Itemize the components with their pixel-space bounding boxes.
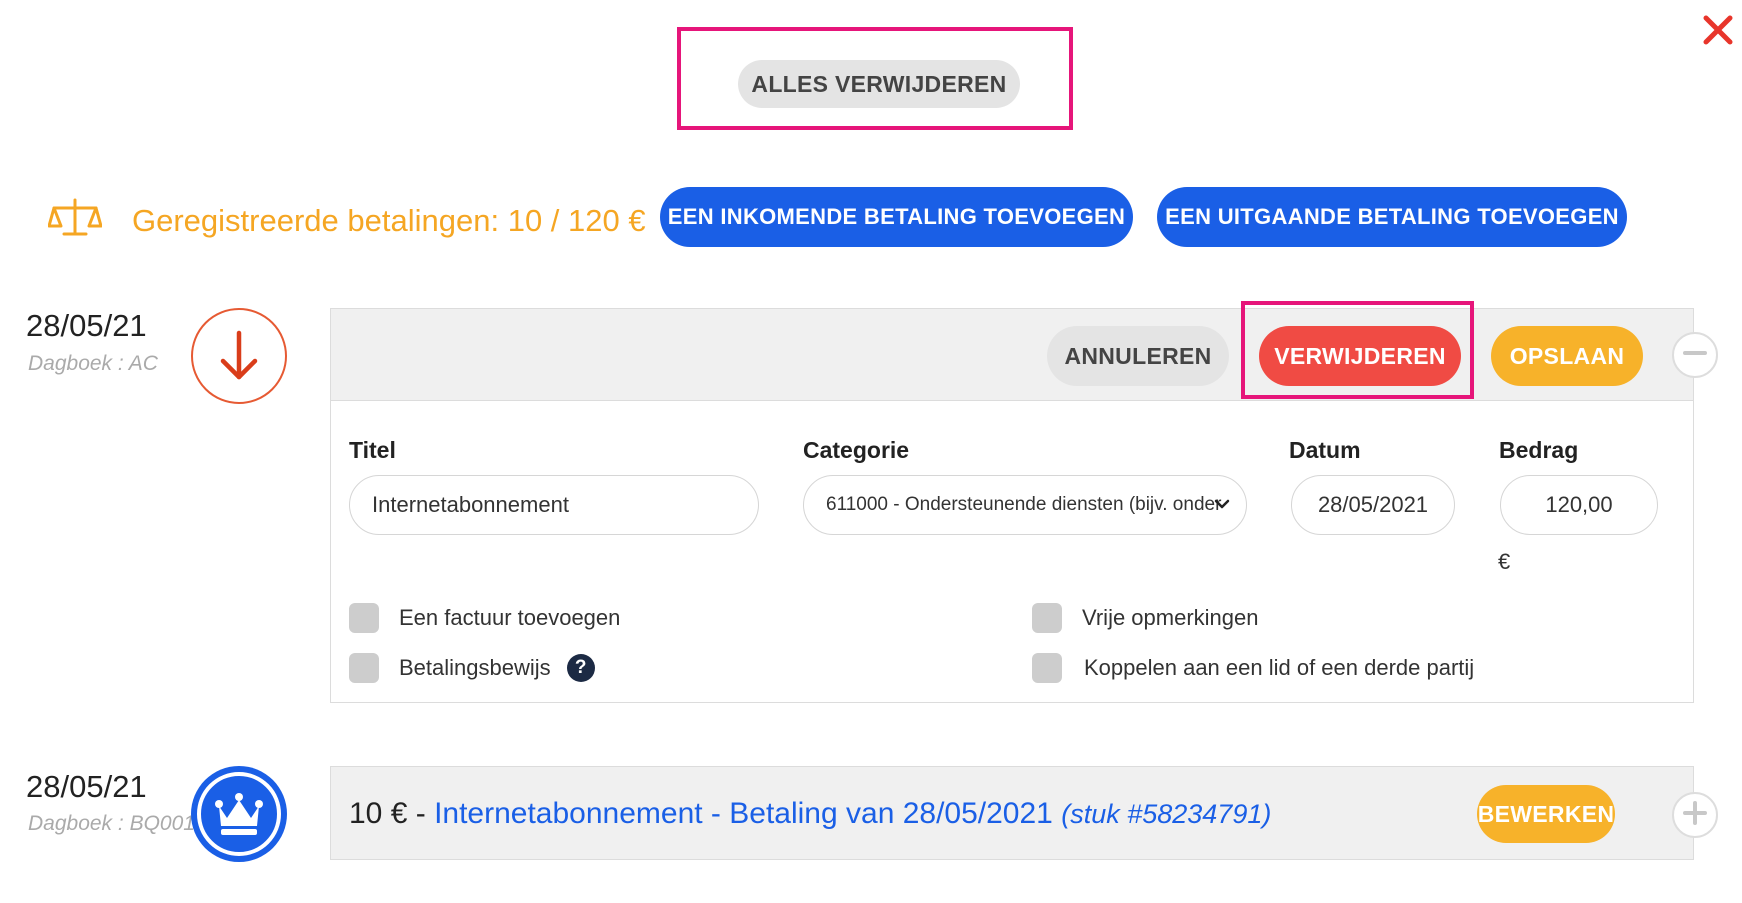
help-icon[interactable]: ? [566, 654, 595, 682]
option-add-invoice: Een factuur toevoegen [349, 603, 620, 633]
title-label: Titel [349, 437, 396, 463]
entry-date: 28/05/21 [26, 308, 147, 343]
option-payment-proof: Betalingsbewijs ? [349, 653, 595, 683]
collapse-button[interactable] [1672, 332, 1718, 378]
category-label: Categorie [803, 437, 910, 463]
date-input[interactable]: 28/05/2021 [1291, 475, 1455, 535]
arrow-down-icon [191, 308, 287, 404]
payment-summary-line: 10 € - Internetabonnement - Betaling van… [349, 797, 1271, 831]
payment-reference: (stuk #58234791) [1061, 799, 1272, 829]
date-label: Datum [1289, 437, 1361, 463]
minus-icon [1682, 340, 1708, 371]
payment-proof-label: Betalingsbewijs [399, 655, 551, 680]
title-input[interactable]: Internetabonnement [349, 475, 759, 535]
payment-description-link[interactable]: Internetabonnement - Betaling van 28/05/… [434, 797, 1053, 830]
option-link-member: Koppelen aan een lid of een derde partij [1032, 653, 1474, 683]
add-outgoing-payment-button[interactable]: EEN UITGAANDE BETALING TOEVOEGEN [1157, 187, 1627, 247]
free-remarks-checkbox[interactable] [1032, 603, 1062, 633]
category-value: 611000 - Ondersteunende diensten (bijv. … [826, 494, 1222, 515]
summary-text: Geregistreerde betalingen: 10 / 120 € [132, 202, 646, 238]
delete-button[interactable]: VERWIJDEREN [1259, 326, 1461, 386]
card-header: ANNULEREN VERWIJDEREN OPSLAAN [331, 309, 1693, 401]
save-button[interactable]: OPSLAAN [1491, 326, 1643, 386]
crown-icon [191, 766, 287, 862]
link-member-label: Koppelen aan een lid of een derde partij [1084, 655, 1475, 680]
delete-all-button[interactable]: ALLES VERWIJDEREN [738, 60, 1020, 108]
plus-icon [1682, 800, 1708, 831]
close-icon[interactable] [1700, 12, 1736, 48]
expand-button[interactable] [1672, 792, 1718, 838]
add-incoming-payment-button[interactable]: EEN INKOMENDE BETALING TOEVOEGEN [660, 187, 1133, 247]
amount-label: Bedrag [1499, 437, 1579, 463]
entry-journal: Dagboek : AC [28, 352, 158, 375]
payment-amount: 10 € - [349, 797, 426, 830]
cancel-button[interactable]: ANNULEREN [1047, 326, 1229, 386]
category-select[interactable]: 611000 - Ondersteunende diensten (bijv. … [803, 475, 1247, 535]
amount-input[interactable]: 120,00 [1500, 475, 1658, 535]
option-free-remarks: Vrije opmerkingen [1032, 603, 1259, 633]
scale-icon [47, 196, 103, 245]
link-member-checkbox[interactable] [1032, 653, 1062, 683]
chevron-down-icon [1214, 496, 1230, 518]
entry-date: 28/05/21 [26, 769, 147, 804]
free-remarks-label: Vrije opmerkingen [1082, 605, 1259, 630]
add-invoice-checkbox[interactable] [349, 603, 379, 633]
payment-proof-checkbox[interactable] [349, 653, 379, 683]
payment-summary: Geregistreerde betalingen: 10 / 120 € [47, 196, 646, 245]
edit-button[interactable]: BEWERKEN [1477, 785, 1615, 843]
payment-edit-card: ANNULEREN VERWIJDEREN OPSLAAN Titel Inte… [330, 308, 1694, 703]
currency-symbol: € [1498, 549, 1511, 574]
entry-journal: Dagboek : BQ001 [28, 812, 195, 835]
add-invoice-label: Een factuur toevoegen [399, 605, 621, 630]
payment-row: 10 € - Internetabonnement - Betaling van… [330, 766, 1694, 860]
